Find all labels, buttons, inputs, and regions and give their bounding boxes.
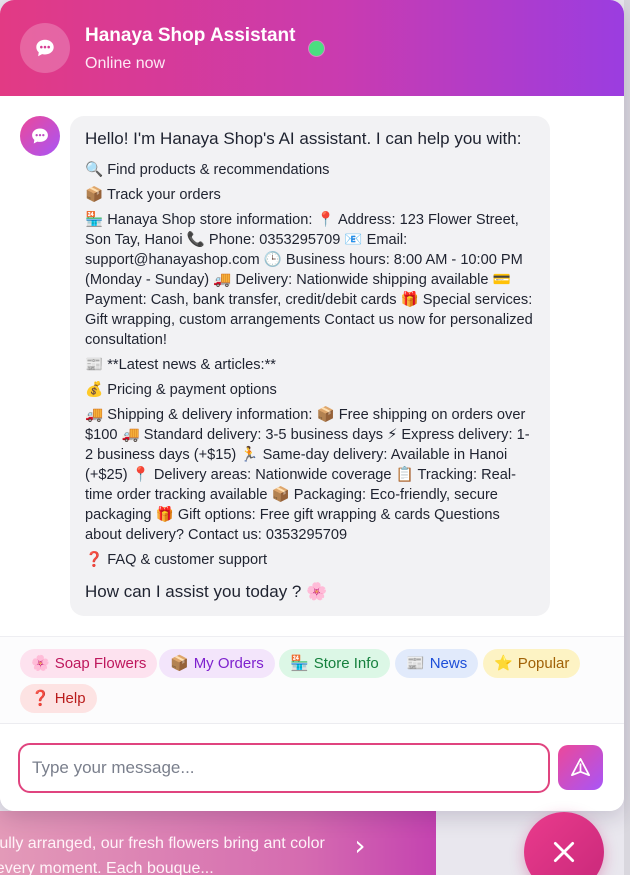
close-chat-button[interactable] bbox=[524, 812, 604, 875]
chip-label: My Orders bbox=[193, 655, 264, 672]
assistant-avatar bbox=[20, 23, 70, 73]
assistant-status: Online now bbox=[85, 55, 166, 72]
newspaper-icon: 📰 bbox=[406, 655, 425, 672]
message-composer bbox=[0, 723, 624, 811]
chip-label: Store Info bbox=[313, 655, 379, 672]
chip-label: Help bbox=[54, 690, 86, 707]
message-line: 📦 Track your orders bbox=[85, 187, 221, 203]
send-button[interactable] bbox=[558, 745, 603, 790]
message-line: 💰 Pricing & payment options bbox=[85, 382, 277, 398]
quick-reply-popular[interactable]: ⭐ Popular bbox=[483, 649, 581, 678]
message-line: ❓ FAQ & customer support bbox=[85, 552, 268, 568]
chip-label: News bbox=[429, 655, 468, 672]
quick-reply-my-orders[interactable]: 📦 My Orders bbox=[159, 649, 275, 678]
chat-bubble-icon bbox=[32, 128, 48, 144]
quick-reply-news[interactable]: 📰 News bbox=[395, 649, 479, 678]
message-line: 📰 **Latest news & articles:** bbox=[85, 357, 276, 373]
background-banner: utifully arranged, our fresh flowers bri… bbox=[0, 811, 436, 875]
chip-label: Popular bbox=[517, 655, 570, 672]
flower-icon: 🌸 bbox=[31, 655, 50, 672]
question-icon: ❓ bbox=[31, 690, 50, 707]
message-outro: How can I assist you today ? 🌸 bbox=[85, 582, 328, 601]
bot-avatar bbox=[20, 116, 60, 156]
package-icon: 📦 bbox=[170, 655, 189, 672]
message-input[interactable] bbox=[18, 743, 550, 793]
assistant-title: Hanaya Shop Assistant bbox=[85, 25, 296, 46]
assistant-message-bubble: Hello! I'm Hanaya Shop's AI assistant. I… bbox=[70, 116, 550, 616]
quick-reply-help[interactable]: ❓ Help bbox=[20, 684, 97, 713]
chevron-right-icon[interactable]: › bbox=[345, 832, 375, 863]
quick-replies: 🌸 Soap Flowers 📦 My Orders 🏪 Store Info 📰 Ne… bbox=[0, 636, 624, 723]
message-intro: Hello! I'm Hanaya Shop's AI assistant. I… bbox=[85, 129, 522, 148]
online-status-indicator bbox=[309, 41, 324, 56]
close-icon bbox=[553, 841, 575, 863]
page-scrollbar[interactable] bbox=[624, 0, 630, 875]
chat-window: Hanaya Shop Assistant Online now Hello! … bbox=[0, 0, 624, 811]
banner-text: utifully arranged, our fresh flowers bri… bbox=[0, 835, 325, 875]
store-icon: 🏪 bbox=[290, 655, 309, 672]
star-icon: ⭐ bbox=[494, 655, 513, 672]
message-list[interactable]: Hello! I'm Hanaya Shop's AI assistant. I… bbox=[0, 96, 624, 636]
send-icon bbox=[571, 758, 590, 777]
message-line: 🚚 Shipping & delivery information: 📦 Fre… bbox=[85, 407, 530, 543]
quick-reply-soap-flowers[interactable]: 🌸 Soap Flowers bbox=[20, 649, 158, 678]
message-line: 🏪 Hanaya Shop store information: 📍 Addre… bbox=[85, 212, 533, 348]
chat-bubble-icon bbox=[36, 39, 54, 57]
quick-reply-store-info[interactable]: 🏪 Store Info bbox=[279, 649, 390, 678]
chip-label: Soap Flowers bbox=[54, 655, 147, 672]
chat-header: Hanaya Shop Assistant Online now bbox=[0, 0, 624, 96]
message-line: 🔍 Find products & recommendations bbox=[85, 162, 330, 178]
